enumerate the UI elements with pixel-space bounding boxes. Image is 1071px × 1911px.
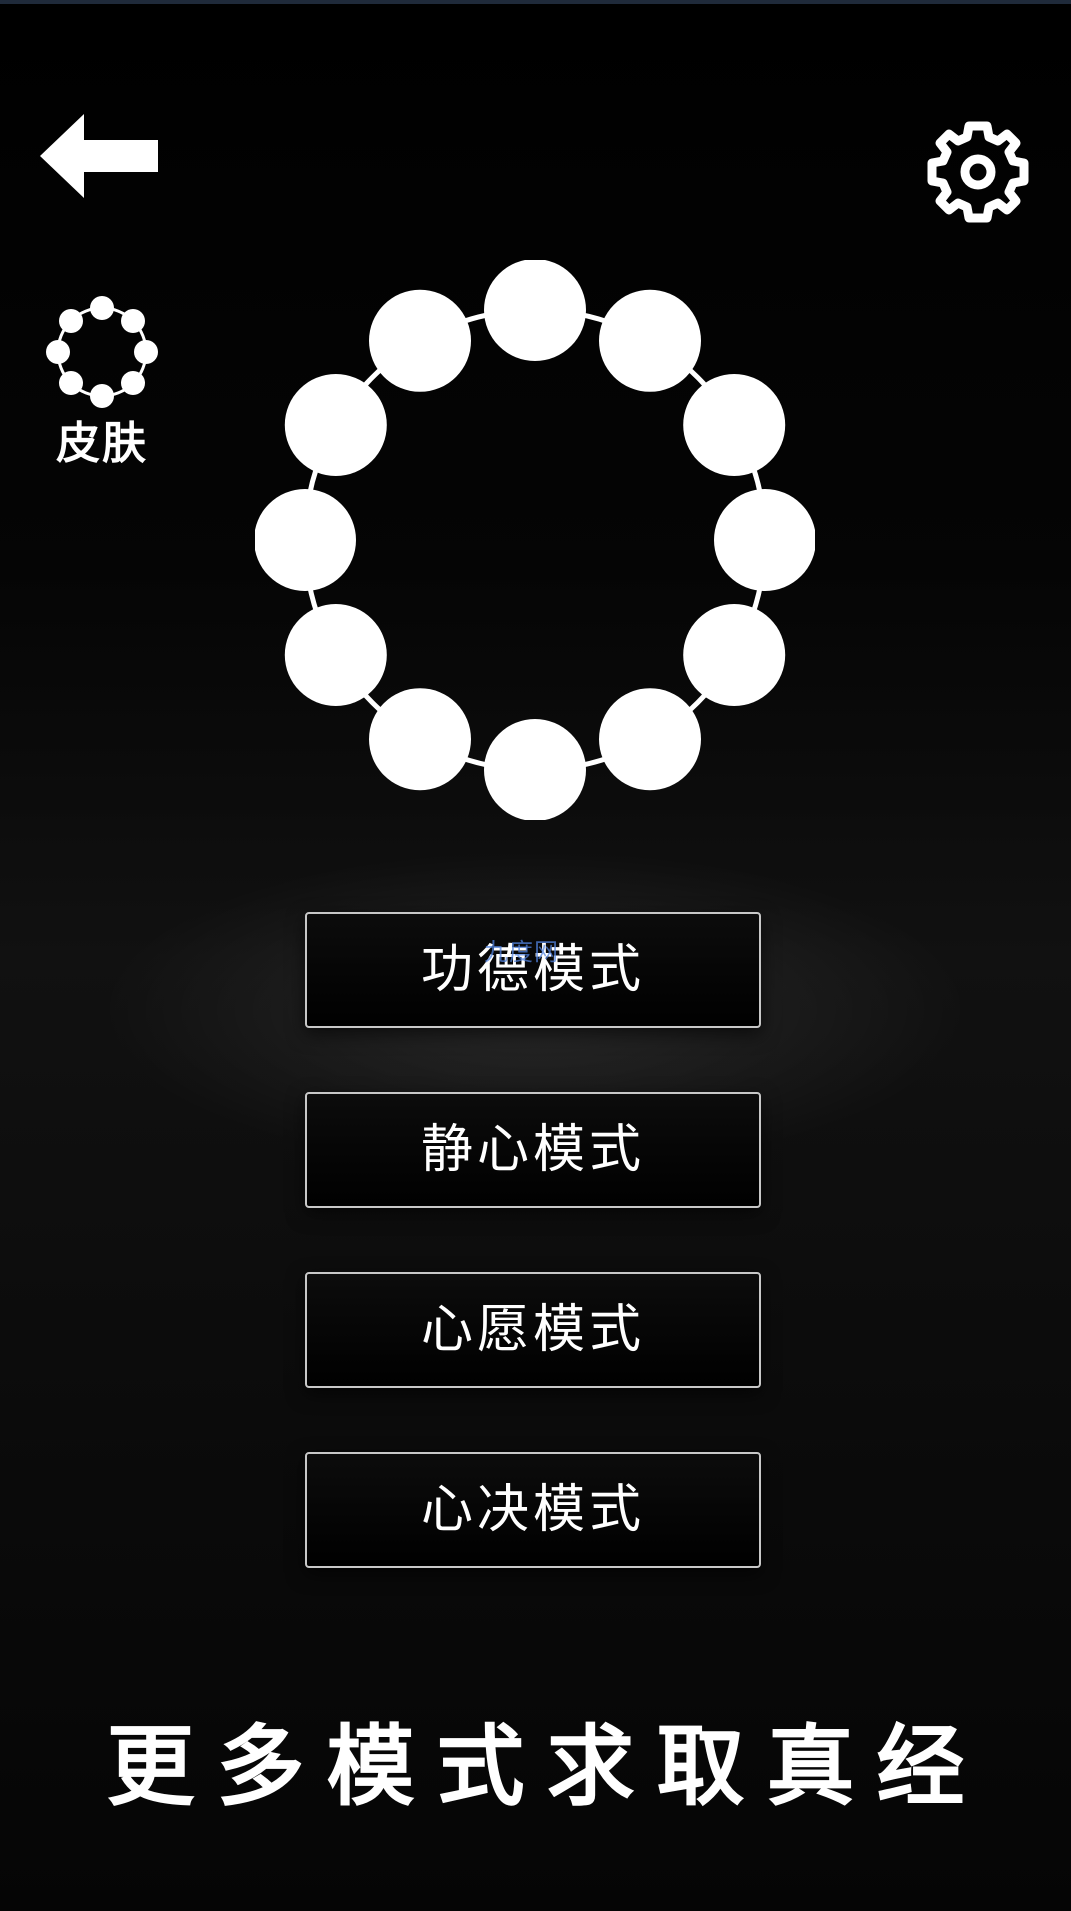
watermark: 九度网: [484, 938, 559, 966]
mode-list: 功德模式 静心模式 心愿模式 心决模式: [305, 912, 765, 1632]
bead-ring-icon: [46, 296, 158, 408]
prayer-bead-bracelet[interactable]: [255, 260, 815, 820]
merit-mode-button[interactable]: 功德模式: [305, 912, 761, 1028]
bead: [599, 688, 701, 791]
skin-label: 皮肤: [56, 418, 148, 469]
bead: [284, 604, 387, 706]
bead-group: [255, 260, 815, 820]
bead: [369, 289, 471, 392]
top-edge-line: [0, 0, 1071, 4]
bead: [255, 489, 356, 591]
settings-button[interactable]: [924, 118, 1032, 226]
bracelet-string: [302, 307, 768, 773]
arrow-left-icon: [40, 114, 158, 198]
bottom-slogan: 更多模式求取真经: [106, 1715, 987, 1818]
bead: [484, 719, 586, 820]
bead: [683, 374, 786, 476]
back-button[interactable]: [40, 112, 166, 200]
bead: [599, 289, 701, 392]
calm-mode-button[interactable]: 静心模式: [305, 1092, 761, 1208]
bead: [484, 260, 586, 361]
skin-button[interactable]: 皮肤: [38, 292, 166, 472]
resolve-mode-button[interactable]: 心决模式: [305, 1452, 761, 1568]
bead: [714, 489, 815, 591]
bead: [683, 604, 786, 706]
gear-icon: [927, 121, 1029, 223]
wish-mode-button[interactable]: 心愿模式: [305, 1272, 761, 1388]
bead: [369, 688, 471, 791]
bead: [284, 374, 387, 476]
